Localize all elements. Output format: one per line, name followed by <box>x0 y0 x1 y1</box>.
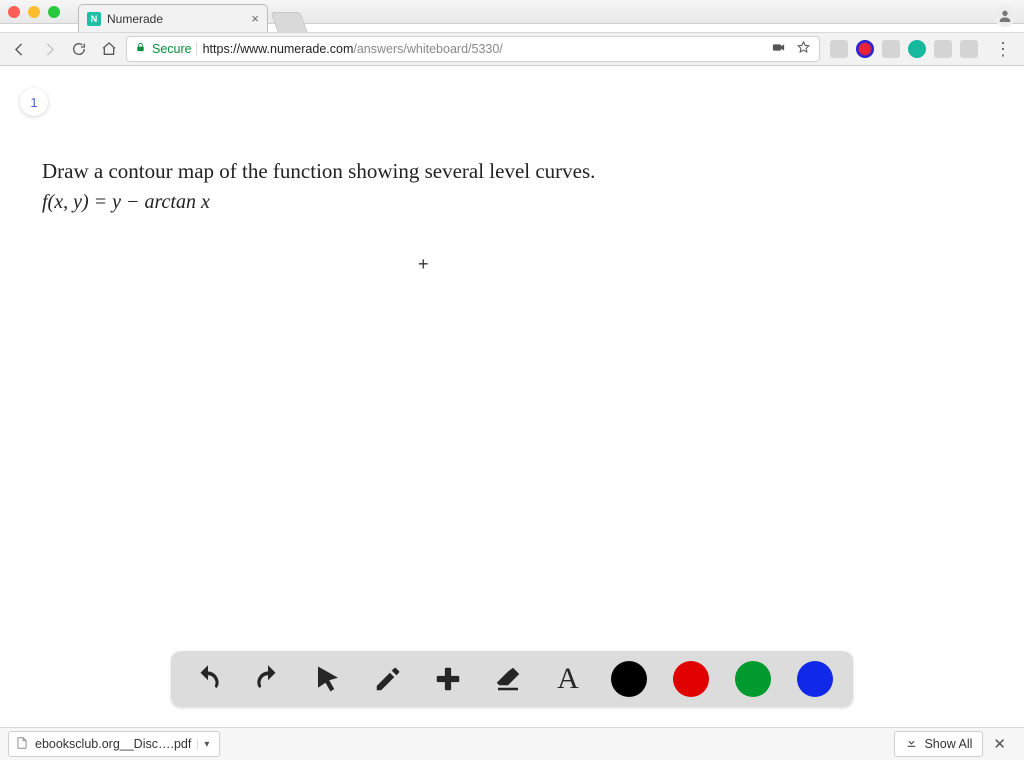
omnibox-actions <box>771 40 811 58</box>
slide-number-badge[interactable]: 1 <box>20 88 48 116</box>
back-button[interactable] <box>6 36 32 62</box>
redo-button[interactable] <box>251 662 285 696</box>
browser-toolbar: Secure https://www.numerade.com/answers/… <box>0 32 1024 66</box>
undo-button[interactable] <box>191 662 225 696</box>
home-button[interactable] <box>96 36 122 62</box>
fullscreen-window-button[interactable] <box>48 6 60 18</box>
download-menu-icon[interactable]: ▾ <box>197 739 215 750</box>
color-blue-button[interactable] <box>797 661 833 697</box>
extension-icon[interactable] <box>856 40 874 58</box>
add-tool-button[interactable] <box>431 662 465 696</box>
close-downloads-bar-button[interactable]: ✕ <box>983 735 1016 753</box>
address-bar[interactable]: Secure https://www.numerade.com/answers/… <box>126 36 820 62</box>
select-tool-button[interactable] <box>311 662 345 696</box>
bookmark-star-icon[interactable] <box>796 40 811 58</box>
text-tool-button[interactable]: A <box>551 662 585 696</box>
close-tab-icon[interactable]: × <box>251 11 259 26</box>
extension-icon[interactable] <box>908 40 926 58</box>
minimize-window-button[interactable] <box>28 6 40 18</box>
extension-icon[interactable] <box>934 40 952 58</box>
extension-icon[interactable] <box>830 40 848 58</box>
eraser-tool-button[interactable] <box>491 662 525 696</box>
secure-label: Secure <box>152 42 197 56</box>
new-tab-button[interactable] <box>270 12 307 32</box>
download-arrow-icon <box>905 736 918 752</box>
download-filename: ebooksclub.org__Disc….pdf <box>35 737 191 751</box>
profile-avatar-icon[interactable] <box>994 5 1016 27</box>
question-text: Draw a contour map of the function showi… <box>42 156 964 186</box>
window-controls <box>8 6 60 18</box>
page-content: 1 Draw a contour map of the function sho… <box>0 66 1024 727</box>
tab-favicon: N <box>87 12 101 26</box>
color-green-button[interactable] <box>735 661 771 697</box>
show-all-downloads-button[interactable]: Show All <box>894 731 983 757</box>
close-window-button[interactable] <box>8 6 20 18</box>
downloads-bar: ebooksclub.org__Disc….pdf ▾ Show All ✕ <box>0 727 1024 760</box>
crosshair-cursor-icon: + <box>418 254 429 275</box>
file-icon <box>15 736 29 753</box>
question-equation: f(x, y) = y − arctan x <box>42 188 964 217</box>
extension-icon[interactable] <box>960 40 978 58</box>
text-tool-label: A <box>557 662 579 696</box>
forward-button[interactable] <box>36 36 62 62</box>
extension-icons <box>824 40 984 58</box>
tab-title: Numerade <box>107 12 245 26</box>
lock-icon <box>135 42 146 56</box>
reload-button[interactable] <box>66 36 92 62</box>
color-red-button[interactable] <box>673 661 709 697</box>
question-block: Draw a contour map of the function showi… <box>42 156 964 217</box>
url-text: https://www.numerade.com/answers/whitebo… <box>203 42 503 56</box>
whiteboard-toolbar: A <box>171 651 853 707</box>
camera-icon[interactable] <box>771 40 786 58</box>
browser-tab-active[interactable]: N Numerade × <box>78 4 268 32</box>
download-chip[interactable]: ebooksclub.org__Disc….pdf ▾ <box>8 731 220 757</box>
pencil-tool-button[interactable] <box>371 662 405 696</box>
browser-menu-icon[interactable]: ⋮ <box>988 39 1018 60</box>
color-black-button[interactable] <box>611 661 647 697</box>
extension-icon[interactable] <box>882 40 900 58</box>
show-all-label: Show All <box>924 737 972 751</box>
browser-tab-strip: N Numerade × <box>78 4 304 32</box>
